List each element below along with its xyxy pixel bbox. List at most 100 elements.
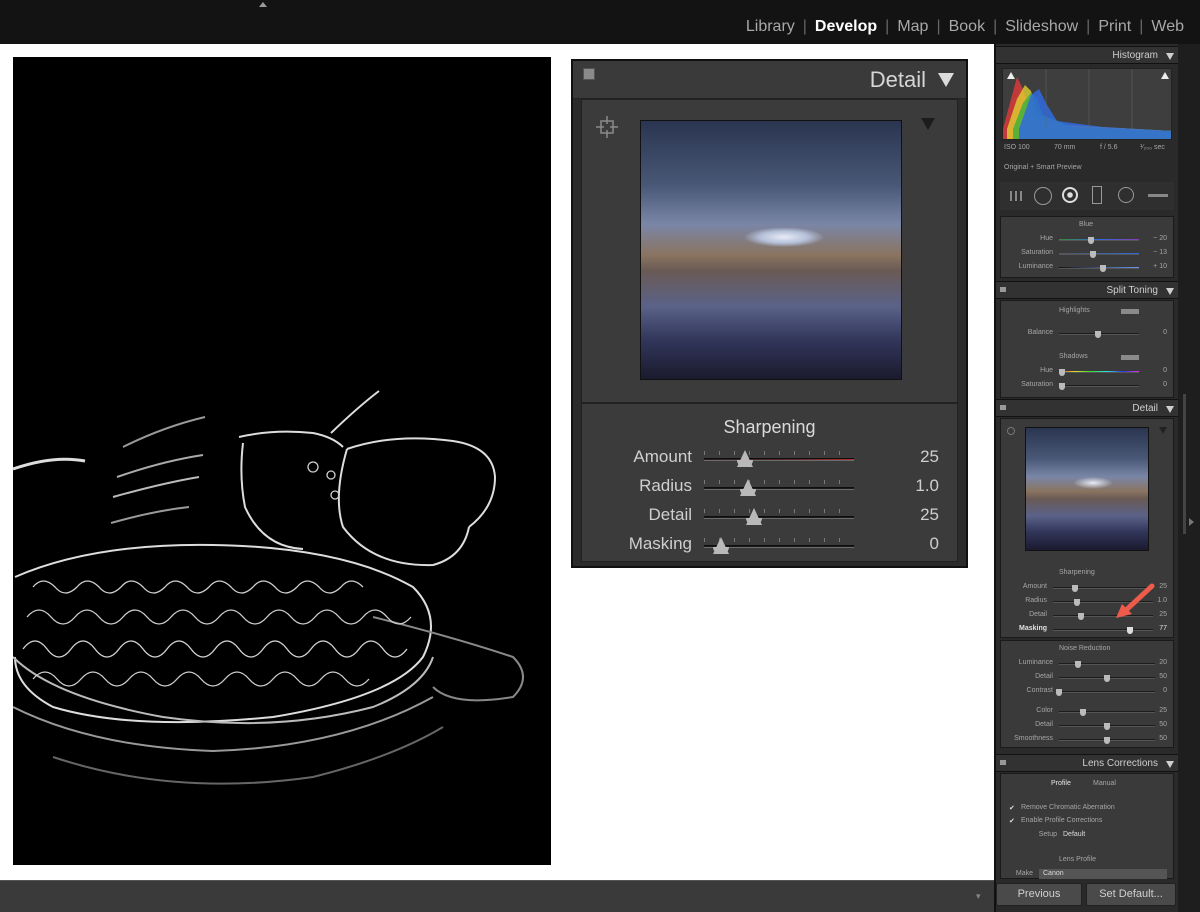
shadow-hue-thumb[interactable]: [1059, 369, 1065, 376]
shadow-saturation-thumb[interactable]: [1059, 383, 1065, 390]
radius-slider-thumb[interactable]: [740, 479, 756, 496]
histogram-header[interactable]: Histogram: [996, 46, 1180, 64]
nr-color-track[interactable]: [1059, 711, 1155, 713]
lens-corrections-header[interactable]: Lens Corrections: [996, 754, 1180, 772]
expand-right-panel-icon[interactable]: [1189, 518, 1194, 526]
toolbar-menu-icon[interactable]: ▾: [976, 891, 981, 902]
scrollbar-thumb[interactable]: [1183, 394, 1186, 534]
grid-icon[interactable]: [1010, 191, 1024, 201]
checkbox-chromatic-icon[interactable]: ✔: [1009, 804, 1015, 812]
module-library[interactable]: Library: [738, 18, 803, 36]
graduated-filter-icon[interactable]: [1092, 186, 1102, 204]
radial-filter-icon[interactable]: [1118, 187, 1134, 203]
collapse-triangle-icon[interactable]: [1166, 406, 1174, 413]
nr-luminance-value[interactable]: 20: [1159, 659, 1167, 666]
spot-removal-icon[interactable]: [1062, 187, 1078, 203]
crosshair-target-icon[interactable]: [596, 116, 618, 138]
balance-value[interactable]: 0: [1163, 329, 1167, 336]
detail-slider-thumb[interactable]: [746, 508, 762, 525]
crosshair-target-icon[interactable]: [1007, 427, 1015, 435]
nr-color-value[interactable]: 25: [1159, 707, 1167, 714]
previous-button[interactable]: Previous: [996, 883, 1082, 906]
shadow-saturation-track[interactable]: [1059, 385, 1139, 387]
nr-color-detail-value[interactable]: 50: [1159, 721, 1167, 728]
adjustment-brush-icon[interactable]: [1148, 194, 1168, 197]
amount-slider-thumb[interactable]: [737, 450, 753, 467]
detail-slider-track[interactable]: [704, 516, 854, 519]
hsl-saturation-value[interactable]: − 13: [1153, 249, 1167, 256]
tab-manual[interactable]: Manual: [1093, 780, 1116, 787]
set-default-button[interactable]: Set Default...: [1086, 883, 1176, 906]
mini-detail-thumb[interactable]: [1078, 613, 1084, 620]
preview-toggle-icon[interactable]: [921, 118, 935, 130]
masking-preview-photo[interactable]: [13, 57, 551, 865]
histogram-graph[interactable]: [1002, 68, 1172, 140]
mini-radius-value[interactable]: 1.0: [1157, 597, 1167, 604]
crop-overlay-icon[interactable]: [1034, 187, 1052, 205]
mini-detail-value[interactable]: 25: [1159, 611, 1167, 618]
setup-value[interactable]: Default: [1063, 831, 1085, 838]
amount-slider-track[interactable]: [704, 458, 854, 461]
detail-header-mini[interactable]: Detail: [996, 399, 1180, 417]
hsl-saturation-track[interactable]: [1059, 253, 1139, 255]
module-book[interactable]: Book: [941, 18, 993, 36]
detail-value[interactable]: 25: [920, 505, 939, 525]
hsl-hue-track[interactable]: [1059, 239, 1139, 241]
shadow-hue-track[interactable]: [1059, 371, 1139, 373]
module-print[interactable]: Print: [1090, 18, 1139, 36]
panel-switch-icon[interactable]: [583, 68, 595, 80]
nr-detail-value[interactable]: 50: [1159, 673, 1167, 680]
panel-switch-icon[interactable]: [1000, 287, 1006, 292]
nr-color-detail-thumb[interactable]: [1104, 723, 1110, 730]
tab-profile[interactable]: Profile: [1051, 780, 1071, 787]
make-value[interactable]: Canon: [1043, 870, 1064, 877]
nr-smoothness-thumb[interactable]: [1104, 737, 1110, 744]
masking-value[interactable]: 0: [930, 534, 939, 554]
nr-luminance-thumb[interactable]: [1075, 661, 1082, 668]
radius-value[interactable]: 1.0: [915, 476, 939, 496]
module-web[interactable]: Web: [1143, 18, 1192, 36]
hsl-luminance-value[interactable]: + 10: [1153, 263, 1167, 270]
collapse-triangle-icon[interactable]: [1166, 53, 1174, 60]
radius-slider-track[interactable]: [704, 487, 854, 490]
panel-switch-icon[interactable]: [1000, 760, 1006, 765]
mini-radius-thumb[interactable]: [1074, 599, 1080, 606]
hsl-hue-value[interactable]: − 20: [1153, 235, 1167, 242]
nr-detail-thumb[interactable]: [1104, 675, 1110, 682]
detail-preview-mini[interactable]: [1025, 427, 1149, 551]
hsl-luminance-track[interactable]: [1059, 267, 1139, 269]
balance-thumb[interactable]: [1095, 331, 1101, 338]
mini-masking-track[interactable]: [1053, 629, 1153, 631]
highlights-swatch[interactable]: [1121, 309, 1139, 314]
collapse-triangle-icon[interactable]: [938, 73, 954, 87]
checkbox-profile-icon[interactable]: ✔: [1009, 817, 1015, 825]
nr-contrast-value[interactable]: 0: [1163, 687, 1167, 694]
shadows-swatch[interactable]: [1121, 355, 1139, 360]
mini-masking-value[interactable]: 77: [1159, 625, 1167, 632]
sidebar-scrollbar[interactable]: [1178, 44, 1200, 912]
detail-preview-image[interactable]: [640, 120, 902, 380]
hsl-hue-thumb[interactable]: [1088, 237, 1094, 244]
mini-amount-thumb[interactable]: [1072, 585, 1078, 592]
preview-toggle-icon[interactable]: [1159, 427, 1167, 434]
masking-slider-thumb[interactable]: [713, 537, 729, 554]
module-map[interactable]: Map: [889, 18, 936, 36]
nr-contrast-thumb[interactable]: [1056, 689, 1062, 696]
amount-value[interactable]: 25: [920, 447, 939, 467]
nr-color-thumb[interactable]: [1080, 709, 1086, 716]
collapse-top-panel-icon[interactable]: [259, 2, 267, 7]
module-slideshow[interactable]: Slideshow: [997, 18, 1086, 36]
split-toning-header[interactable]: Split Toning: [996, 281, 1180, 299]
mini-amount-value[interactable]: 25: [1159, 583, 1167, 590]
collapse-triangle-icon[interactable]: [1166, 288, 1174, 295]
panel-switch-icon[interactable]: [1000, 405, 1006, 410]
nr-smoothness-value[interactable]: 50: [1159, 735, 1167, 742]
collapse-triangle-icon[interactable]: [1166, 761, 1174, 768]
hsl-saturation-thumb[interactable]: [1090, 251, 1097, 258]
mini-masking-thumb[interactable]: [1127, 627, 1133, 634]
shadow-saturation-value[interactable]: 0: [1163, 381, 1167, 388]
shadow-hue-value[interactable]: 0: [1163, 367, 1167, 374]
module-develop[interactable]: Develop: [807, 18, 885, 36]
detail-panel-header[interactable]: Detail: [573, 61, 966, 99]
nr-luminance-track[interactable]: [1059, 663, 1155, 665]
